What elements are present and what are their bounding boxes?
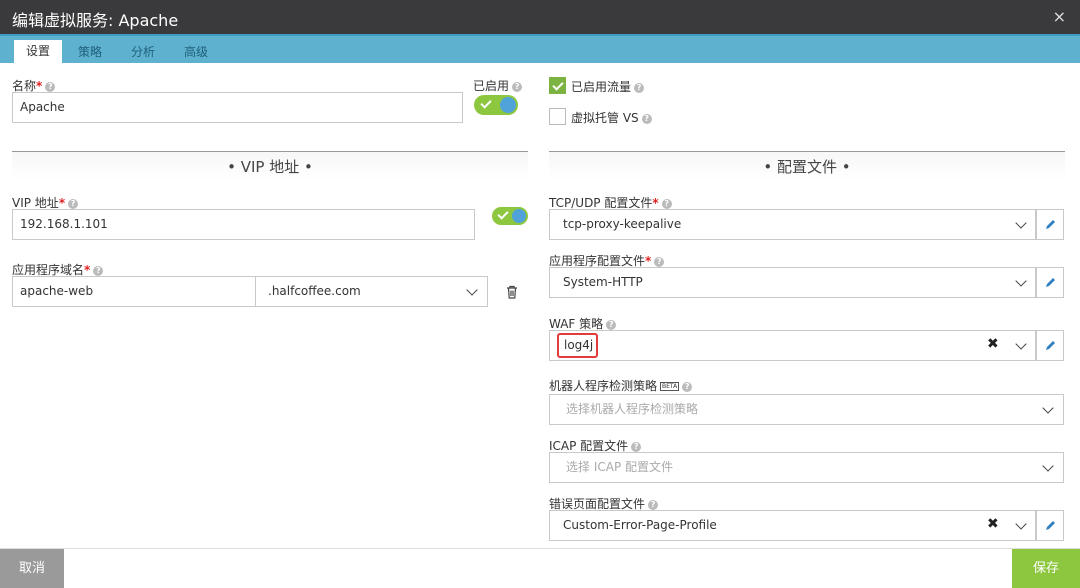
vip-enabled-toggle[interactable] bbox=[492, 207, 528, 225]
annotation-highlight bbox=[557, 333, 598, 358]
save-button[interactable]: 保存 bbox=[1012, 549, 1080, 588]
name-input[interactable]: Apache bbox=[12, 92, 463, 123]
virtual-hosting-label: 虚拟托管 VS? bbox=[571, 109, 652, 126]
enabled-label: 已启用? bbox=[473, 77, 523, 94]
help-icon: ? bbox=[648, 500, 659, 510]
help-icon: ? bbox=[45, 82, 56, 92]
traffic-enabled-checkbox[interactable] bbox=[549, 77, 566, 94]
help-icon: ? bbox=[654, 257, 665, 267]
chevron-down-icon bbox=[1015, 338, 1027, 350]
edit-app-profile-button[interactable] bbox=[1036, 267, 1064, 298]
edit-tcp-profile-button[interactable] bbox=[1036, 209, 1064, 240]
vip-address-input[interactable]: 192.168.1.101 bbox=[12, 209, 475, 240]
help-icon: ? bbox=[93, 266, 104, 276]
clear-icon[interactable]: ✖ bbox=[987, 331, 999, 359]
edit-waf-policy-button[interactable] bbox=[1036, 330, 1064, 361]
virtual-hosting-checkbox[interactable] bbox=[549, 108, 566, 125]
help-icon: ? bbox=[641, 114, 652, 124]
check-icon bbox=[497, 208, 509, 220]
tab-bar: 设置 策略 分析 高级 bbox=[0, 34, 1080, 65]
domain-suffix-select[interactable]: .halfcoffee.com bbox=[255, 276, 488, 307]
help-icon: ? bbox=[661, 199, 672, 209]
clear-icon[interactable]: ✖ bbox=[987, 511, 999, 539]
edit-error-page-profile-button[interactable] bbox=[1036, 510, 1064, 541]
app-profile-select[interactable]: System-HTTP bbox=[549, 267, 1036, 298]
chevron-down-icon bbox=[1015, 217, 1027, 229]
bot-policy-label: 机器人程序检测策略 BETA? bbox=[549, 377, 693, 394]
profiles-section-title: • 配置文件 • bbox=[549, 151, 1065, 181]
vip-section-title: • VIP 地址 • bbox=[12, 151, 528, 181]
cancel-button[interactable]: 取消 bbox=[0, 549, 64, 588]
error-page-profile-select[interactable]: Custom-Error-Page-Profile ✖ bbox=[549, 510, 1036, 541]
help-icon: ? bbox=[634, 83, 645, 93]
pencil-icon bbox=[1046, 278, 1055, 287]
tcp-profile-select[interactable]: tcp-proxy-keepalive bbox=[549, 209, 1036, 240]
waf-policy-select[interactable]: log4j ✖ bbox=[549, 330, 1036, 361]
tab-policies[interactable]: 策略 bbox=[66, 42, 114, 65]
trash-icon[interactable] bbox=[504, 284, 520, 300]
chevron-down-icon bbox=[1015, 518, 1027, 530]
help-icon: ? bbox=[631, 442, 642, 452]
dialog-title: 编辑虚拟服务: Apache bbox=[12, 11, 179, 30]
traffic-enabled-label: 已启用流量? bbox=[571, 78, 645, 95]
icap-profile-select[interactable]: 选择 ICAP 配置文件 bbox=[549, 452, 1064, 483]
tab-settings[interactable]: 设置 bbox=[14, 40, 63, 65]
enabled-toggle[interactable] bbox=[474, 95, 518, 115]
help-icon: ? bbox=[512, 82, 523, 92]
app-domain-input[interactable]: apache-web bbox=[12, 276, 256, 307]
help-icon: ? bbox=[682, 382, 693, 392]
pencil-icon bbox=[1046, 220, 1055, 229]
check-icon bbox=[480, 97, 492, 109]
chevron-down-icon bbox=[1042, 460, 1054, 472]
chevron-down-icon bbox=[466, 284, 478, 296]
pencil-icon bbox=[1046, 341, 1055, 350]
dialog-titlebar: 编辑虚拟服务: Apache × bbox=[0, 0, 1080, 34]
close-icon[interactable]: × bbox=[1053, 7, 1066, 26]
help-icon: ? bbox=[68, 199, 79, 209]
bot-policy-select[interactable]: 选择机器人程序检测策略 bbox=[549, 394, 1064, 425]
dialog-footer: 取消 保存 bbox=[0, 548, 1080, 588]
pencil-icon bbox=[1046, 521, 1055, 530]
beta-badge: BETA bbox=[660, 382, 680, 391]
help-icon: ? bbox=[606, 320, 617, 330]
chevron-down-icon bbox=[1015, 275, 1027, 287]
tab-analytics[interactable]: 分析 bbox=[119, 42, 167, 65]
tab-advanced[interactable]: 高级 bbox=[172, 42, 220, 65]
chevron-down-icon bbox=[1042, 402, 1054, 414]
